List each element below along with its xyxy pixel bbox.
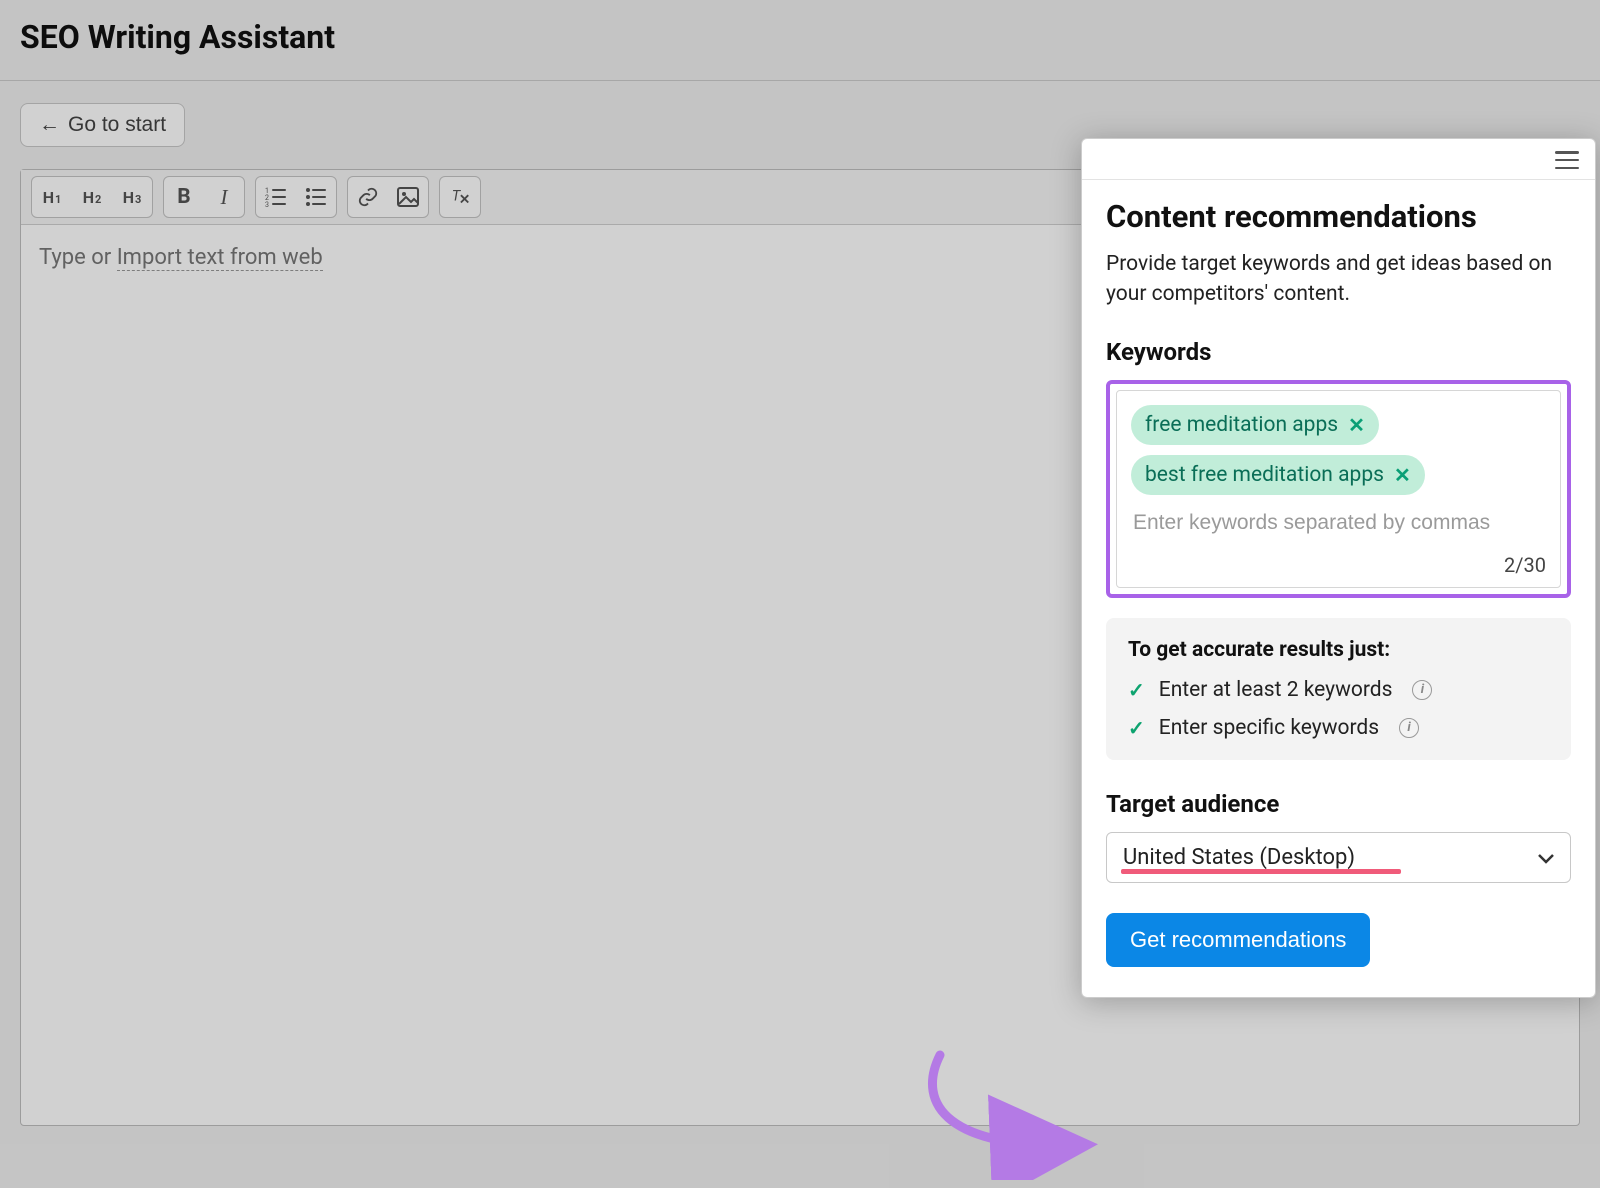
keyword-tag-label: best free meditation apps [1145,463,1384,487]
svg-text:T: T [452,187,462,205]
check-icon: ✓ [1128,678,1145,702]
heading-group: H1 H2 H3 [31,176,153,218]
h1-button[interactable]: H1 [32,177,72,217]
target-audience-value: United States (Desktop) [1123,845,1355,870]
link-icon [357,186,379,208]
image-button[interactable] [388,177,428,217]
h2-button[interactable]: H2 [72,177,112,217]
keyword-tag-label: free meditation apps [1145,413,1338,437]
editor-placeholder-prefix: Type or [39,245,117,270]
ordered-list-icon: 123 [265,187,287,207]
page-header: SEO Writing Assistant [0,0,1600,80]
clear-format-icon: T [449,186,471,208]
tip-text: Enter at least 2 keywords [1159,678,1393,702]
panel-topbar [1082,139,1595,180]
tips-title: To get accurate results just: [1128,638,1549,662]
tip-row: ✓ Enter at least 2 keywords i [1128,678,1549,702]
link-button[interactable] [348,177,388,217]
italic-button[interactable]: I [204,177,244,217]
go-to-start-label: Go to start [68,113,166,137]
page-title: SEO Writing Assistant [20,18,1580,56]
clear-format-button[interactable]: T [440,177,480,217]
tip-row: ✓ Enter specific keywords i [1128,716,1549,740]
keywords-section-label: Keywords [1106,338,1571,366]
panel-description: Provide target keywords and get ideas ba… [1106,249,1571,310]
tip-text: Enter specific keywords [1159,716,1379,740]
keywords-count: 2/30 [1131,553,1546,577]
keyword-tag: free meditation apps ✕ [1131,405,1379,445]
recommendations-panel: Content recommendations Provide target k… [1081,138,1596,998]
info-icon[interactable]: i [1399,718,1419,738]
panel-title: Content recommendations [1106,198,1571,235]
info-icon[interactable]: i [1412,680,1432,700]
keywords-box-highlight: free meditation apps✕best free meditatio… [1106,380,1571,598]
target-audience-select[interactable]: United States (Desktop) [1106,832,1571,883]
ordered-list-button[interactable]: 123 [256,177,296,217]
keyword-tag: best free meditation apps ✕ [1131,455,1425,495]
remove-tag-button[interactable]: ✕ [1394,463,1411,487]
panel-menu-button[interactable] [1555,151,1579,169]
divider [0,80,1600,81]
keywords-input[interactable] [1131,505,1546,541]
remove-tag-button[interactable]: ✕ [1348,413,1365,437]
tips-box: To get accurate results just: ✓ Enter at … [1106,618,1571,760]
unordered-list-button[interactable] [296,177,336,217]
style-group: B I [163,176,245,218]
get-recommendations-button[interactable]: Get recommendations [1106,913,1370,967]
unordered-list-icon [305,187,327,207]
chevron-down-icon [1538,845,1554,870]
h3-button[interactable]: H3 [112,177,152,217]
image-icon [397,187,419,207]
insert-group [347,176,429,218]
check-icon: ✓ [1128,716,1145,740]
bold-button[interactable]: B [164,177,204,217]
annotation-underline [1121,869,1401,874]
keywords-input-area[interactable]: free meditation apps✕best free meditatio… [1116,390,1561,588]
clear-group: T [439,176,481,218]
arrow-left-icon: ← [39,113,60,137]
target-audience-label: Target audience [1106,790,1571,818]
hamburger-icon [1555,151,1579,154]
svg-text:3: 3 [265,201,269,207]
go-to-start-button[interactable]: ← Go to start [20,103,185,147]
list-group: 123 [255,176,337,218]
import-text-link[interactable]: Import text from web [117,245,323,271]
